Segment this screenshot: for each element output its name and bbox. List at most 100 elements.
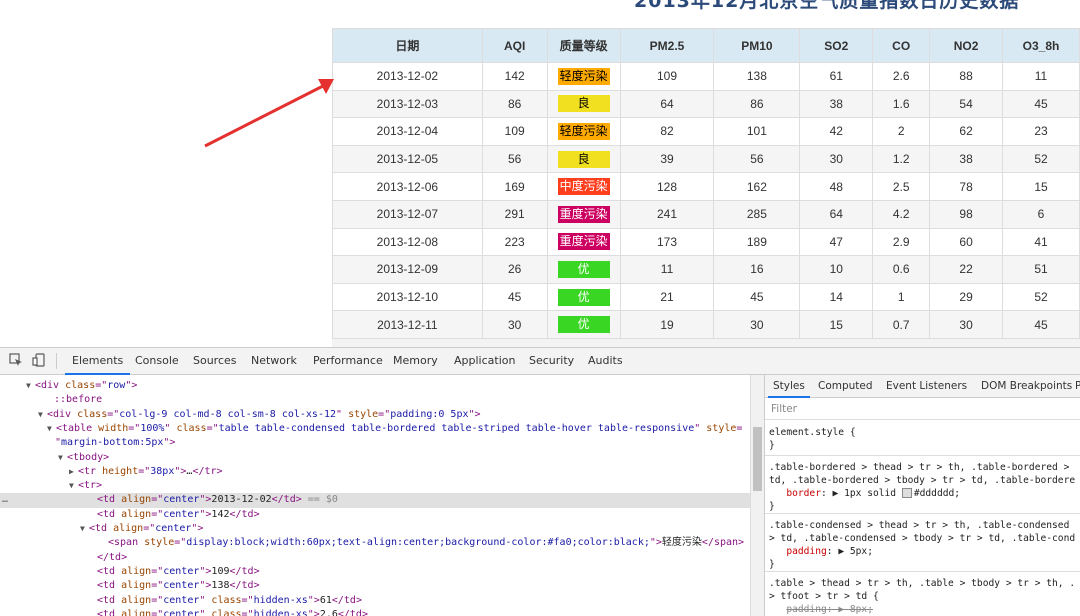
table-row[interactable]: 2013-12-08 223 重度污染 173 189 47 2.9 60 41 [332,227,1080,257]
css-rule-line[interactable]: } [769,500,1080,513]
table-row[interactable]: 2013-12-06 169 中度污染 128 162 48 2.5 78 15 [332,172,1080,201]
dom-node[interactable]: ▶ <tr height="38px">…</tr> [0,465,750,479]
styles-filter-input[interactable]: Filter [765,398,1080,420]
tab-elements[interactable]: Elements [64,348,131,375]
css-rule-line[interactable]: } [769,439,1080,452]
table-row[interactable]: 2013-12-05 56 良 39 56 30 1.2 38 52 [332,144,1080,174]
column-header: CO [872,28,931,63]
table-cell-no2: 22 [929,255,1004,284]
inspect-element-icon[interactable] [8,353,24,369]
table-cell-pm25: 64 [619,89,715,119]
quality-level-badge: 良 [557,150,610,168]
table-cell-level: 良 [546,144,621,174]
css-rule-line[interactable]: .table > thead > tr > th, .table > tbody… [769,577,1080,590]
collapse-triangle-icon[interactable]: ▼ [38,408,47,422]
table-cell-aqi: 291 [481,199,548,229]
dom-tree-scrollbar[interactable] [750,375,765,616]
tab-security[interactable]: Security [529,348,574,374]
css-rule-line[interactable]: > td, .table-condensed > tbody > tr > td… [769,532,1080,545]
dom-node[interactable]: ::before [0,393,750,407]
column-header: 日期 [332,28,483,63]
table-cell-pm10: 138 [713,62,801,91]
quality-level-badge: 优 [557,316,610,334]
table-cell-so2: 48 [799,172,874,201]
styles-tab-styles[interactable]: Styles [768,375,810,398]
dom-node[interactable]: ▼ <td align="center"> [0,522,750,536]
column-header: PM2.5 [619,28,715,63]
dom-node[interactable]: ▼ <table width="100%" class="table table-… [0,422,750,436]
table-cell-level: 良 [546,89,621,119]
table-row[interactable]: 2013-12-11 30 优 19 30 15 0.7 30 45 [332,310,1080,339]
css-rule-line[interactable]: border: ▶ 1px solid #dddddd; [769,487,1080,500]
dom-node[interactable]: ▼ <div class="row"> [0,379,750,393]
styles-tab-dom-breakpoints[interactable]: DOM Breakpoints [981,375,1072,397]
collapse-triangle-icon[interactable]: ▼ [58,451,67,465]
css-rule-line[interactable]: padding: ▶ 8px; [769,603,1080,616]
tab-memory[interactable]: Memory [393,348,438,374]
table-cell-o3: 41 [1002,227,1080,257]
css-rule-line[interactable]: > tfoot > tr > td { [769,590,1080,603]
table-cell-co: 1.6 [872,89,931,119]
collapse-triangle-icon[interactable]: ▼ [26,379,35,393]
table-row[interactable]: 2013-12-07 291 重度污染 241 285 64 4.2 98 6 [332,199,1080,229]
css-rule-line[interactable]: } [769,558,1080,571]
table-cell-o3: 51 [1002,255,1080,284]
dom-node[interactable]: ▼ <tr> [0,479,750,493]
dom-node[interactable]: ▼ <tbody> [0,451,750,465]
table-cell-pm10: 16 [713,255,801,284]
css-rule-line[interactable]: padding: ▶ 5px; [769,545,1080,558]
css-rule-line[interactable]: .table-condensed > thead > tr > th, .tab… [769,519,1080,532]
table-cell-co: 2.9 [872,227,931,257]
styles-tab-computed[interactable]: Computed [818,375,873,397]
collapse-triangle-icon[interactable]: ▼ [80,522,89,536]
scrollbar-thumb[interactable] [753,427,762,491]
css-rule-line[interactable]: td, .table-bordered > tbody > tr > td, .… [769,474,1080,487]
table-cell-so2: 64 [799,199,874,229]
tab-application[interactable]: Application [454,348,515,374]
table-row[interactable]: 2013-12-03 86 良 64 86 38 1.6 54 45 [332,89,1080,119]
tab-performance[interactable]: Performance [313,348,383,374]
tab-sources[interactable]: Sources [193,348,237,374]
table-row[interactable]: 2013-12-10 45 优 21 45 14 1 29 52 [332,282,1080,312]
collapse-triangle-icon[interactable]: ▼ [69,479,78,493]
dom-node[interactable]: <td align="center">138</td> [0,579,750,593]
node-actions-icon[interactable]: … [2,493,8,507]
dom-node[interactable]: <span style="display:block;width:60px;te… [0,536,750,550]
table-row[interactable]: 2013-12-09 26 优 11 16 10 0.6 22 51 [332,255,1080,284]
table-row[interactable]: 2013-12-02 142 轻度污染 109 138 61 2.6 88 11 [332,62,1080,91]
table-cell-pm10: 56 [713,144,801,174]
table-cell-pm10: 101 [713,117,801,146]
table-cell-co: 2 [872,117,931,146]
expand-triangle-icon[interactable]: ▶ [69,465,78,479]
tab-console[interactable]: Console [135,348,179,374]
dom-node[interactable]: <td align="center">109</td> [0,565,750,579]
dom-node[interactable]: "margin-bottom:5px"> [0,436,750,450]
table-cell-date: 2013-12-04 [332,117,483,146]
rule-divider [765,455,1080,456]
table-cell-so2: 14 [799,282,874,312]
elements-dom-tree[interactable]: ▼ <div class="row">::before ▼ <div class="c… [0,375,750,616]
device-toolbar-icon[interactable] [31,353,47,369]
dom-node[interactable]: ▼ <div class="col-lg-9 col-md-8 col-sm-8 … [0,408,750,422]
styles-tab-p[interactable]: P [1075,375,1080,397]
collapse-triangle-icon[interactable]: ▼ [47,422,56,436]
tab-separator [56,353,57,369]
css-rule-line[interactable]: element.style { [769,426,1080,439]
table-cell-aqi: 223 [481,227,548,257]
table-row[interactable]: 2013-12-04 109 轻度污染 82 101 42 2 62 23 [332,117,1080,146]
table-cell-pm10: 30 [713,310,801,339]
dom-node[interactable]: </td> [0,551,750,565]
css-rule-line[interactable]: .table-bordered > thead > tr > th, .tabl… [769,461,1080,474]
dom-node-selected[interactable]: … <td align="center">2013-12-02</td> == $… [0,493,750,508]
tab-audits[interactable]: Audits [588,348,623,374]
table-cell-co: 2.5 [872,172,931,201]
table-cell-level: 轻度污染 [546,117,621,146]
table-cell-o3: 52 [1002,282,1080,312]
table-cell-pm25: 109 [619,62,715,91]
tab-network[interactable]: Network [251,348,297,374]
column-header: 质量等级 [546,28,621,63]
color-swatch-icon[interactable] [901,488,912,498]
styles-tab-event-listeners[interactable]: Event Listeners [886,375,967,397]
dom-node[interactable]: <td align="center">142</td> [0,508,750,522]
dom-node[interactable]: <td align="center" class="hidden-xs">61<… [0,594,750,608]
